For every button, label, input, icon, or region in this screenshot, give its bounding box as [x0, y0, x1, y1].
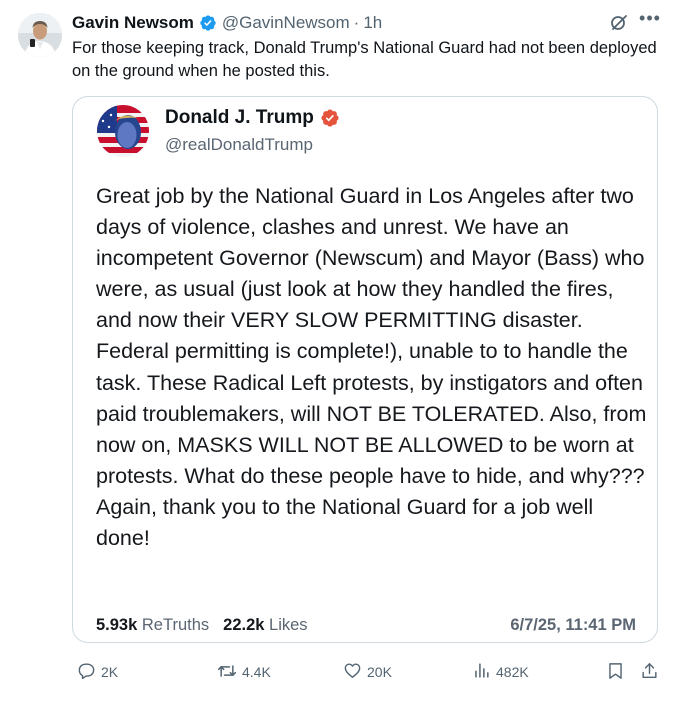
reply-icon	[77, 661, 101, 683]
views-icon	[472, 661, 496, 683]
quoted-post-datetime: 6/7/25, 11:41 PM	[510, 616, 636, 634]
retruths-count: 5.93k	[96, 616, 138, 634]
quoted-post-text: Great job by the National Guard in Los A…	[96, 184, 647, 551]
repost-button[interactable]: 4.4K	[217, 660, 271, 684]
grok-icon[interactable]	[609, 12, 629, 32]
quoted-author-avatar[interactable]	[97, 105, 149, 157]
likes-label: Likes	[269, 616, 308, 634]
reply-count: 2K	[101, 664, 119, 680]
quoted-author-name-line: Donald J. Trump	[165, 107, 340, 129]
share-icon	[640, 661, 664, 684]
author-handle[interactable]: @GavinNewsom	[222, 13, 350, 33]
share-button[interactable]	[640, 660, 664, 684]
repost-icon	[217, 661, 242, 684]
bookmark-button[interactable]	[606, 660, 630, 684]
quoted-author-handle[interactable]: @realDonaldTrump	[165, 135, 313, 155]
verified-badge-icon	[320, 108, 340, 128]
separator-dot: ·	[353, 13, 360, 32]
tweet: Gavin Newsom @GavinNewsom · 1h ••• For t…	[0, 0, 680, 701]
more-dots-icon[interactable]: •••	[638, 9, 662, 31]
verified-badge-icon	[199, 14, 217, 32]
bookmark-icon	[606, 661, 630, 684]
views-count: 482K	[496, 664, 529, 680]
views-button[interactable]: 482K	[472, 660, 529, 684]
reply-button[interactable]: 2K	[77, 660, 118, 684]
quoted-post-card[interactable]: Donald J. Trump @realDonaldTrump Great j…	[72, 96, 658, 643]
retruths-label: ReTruths	[141, 616, 210, 634]
repost-count: 4.4K	[242, 664, 271, 680]
like-icon	[343, 661, 367, 683]
like-count: 20K	[367, 664, 392, 680]
quoted-author-name[interactable]: Donald J. Trump	[165, 107, 314, 129]
tweet-text: For those keeping track, Donald Trump's …	[72, 39, 657, 80]
author-name[interactable]: Gavin Newsom	[72, 13, 194, 33]
quoted-post-stats: 5.93k ReTruths 22.2k Likes	[96, 616, 308, 635]
timestamp[interactable]: 1h	[363, 13, 382, 33]
like-button[interactable]: 20K	[343, 660, 392, 684]
author-avatar[interactable]	[18, 13, 62, 57]
author-line: Gavin Newsom @GavinNewsom · 1h	[72, 12, 382, 34]
likes-count: 22.2k	[223, 616, 265, 634]
